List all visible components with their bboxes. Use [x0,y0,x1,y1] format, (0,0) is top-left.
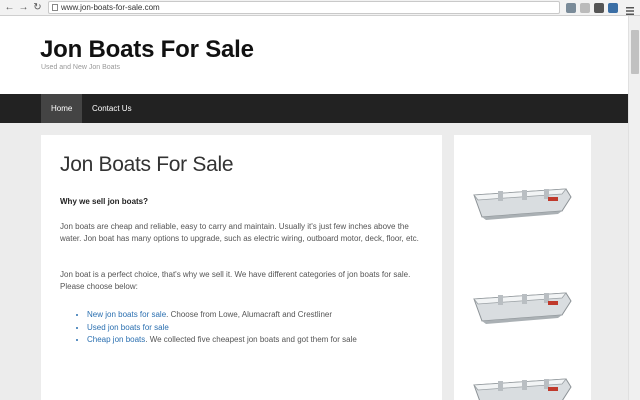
section-heading: Why we sell jon boats? [60,197,149,206]
site-tagline: Used and New Jon Boats [41,64,120,71]
jon-boat-image[interactable] [470,367,575,400]
menu-icon[interactable] [624,3,636,15]
translate-icon[interactable] [566,3,576,13]
vertical-scrollbar[interactable] [628,16,640,400]
intro-paragraph: Jon boats are cheap and reliable, easy t… [60,222,419,243]
site-header: Jon Boats For Sale Used and New Jon Boat… [0,16,628,94]
main-menu: Home Contact Us [0,94,628,123]
list-item-text: . We collected five cheapest jon boats a… [145,335,357,344]
browser-toolbar: ← → ↻ www.jon-boats-for-sale.com [0,0,640,16]
address-bar[interactable]: www.jon-boats-for-sale.com [48,1,560,14]
address-bar-url: www.jon-boats-for-sale.com [61,3,160,12]
list-item: Cheap jon boats. We collected five cheap… [87,334,439,347]
reload-icon[interactable]: ↻ [31,1,44,14]
jon-boat-image[interactable] [470,281,575,329]
cast-icon[interactable] [580,3,590,13]
site-title[interactable]: Jon Boats For Sale [40,36,254,64]
jon-boat-image[interactable] [470,177,575,225]
choice-paragraph: Jon boat is a perfect choice, that's why… [60,270,411,291]
cheap-boats-link[interactable]: Cheap jon boats [87,335,145,344]
new-boats-link[interactable]: New jon boats for sale [87,310,166,319]
main-content: Jon Boats For Sale Why we sell jon boats… [41,135,442,400]
menu-item-contact[interactable]: Contact Us [82,94,142,123]
extension-icon[interactable] [608,3,618,13]
list-item: New jon boats for sale. Choose from Lowe… [87,309,439,322]
page-icon [52,4,58,11]
page-viewport: Jon Boats For Sale Used and New Jon Boat… [0,16,628,400]
scrollbar-thumb[interactable] [631,30,639,74]
menu-item-home[interactable]: Home [41,94,83,123]
page-title: Jon Boats For Sale [60,153,234,176]
forward-icon[interactable]: → [17,1,30,14]
pocket-icon[interactable] [594,3,604,13]
sidebar [454,135,591,400]
list-item-text: . Choose from Lowe, Alumacraft and Crest… [166,310,333,319]
back-icon[interactable]: ← [3,1,16,14]
category-list: New jon boats for sale. Choose from Lowe… [79,309,439,347]
list-item: Used jon boats for sale [87,322,439,335]
used-boats-link[interactable]: Used jon boats for sale [87,323,169,332]
